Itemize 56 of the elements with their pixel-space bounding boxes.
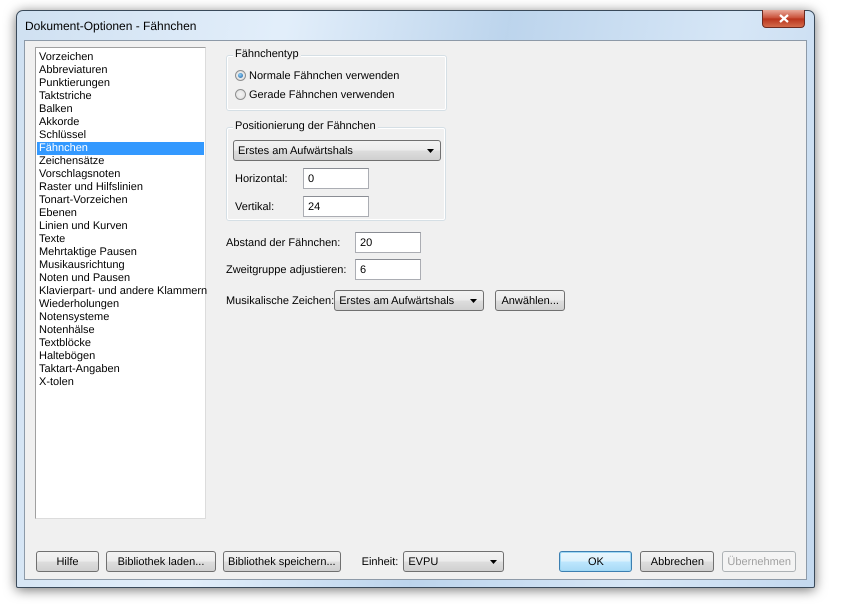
dropdown[interactable]: Erstes am Aufwärtshals — [334, 290, 484, 311]
category-item[interactable]: Haltebögen — [37, 350, 204, 363]
category-item[interactable]: Notensysteme — [37, 311, 204, 324]
category-item[interactable]: Textblöcke — [37, 337, 204, 350]
category-item[interactable]: Zeichensätze — [37, 155, 204, 168]
category-item[interactable]: Raster und Hilfslinien — [37, 181, 204, 194]
radio-label[interactable]: Gerade Fähnchen verwenden — [249, 88, 395, 100]
category-item[interactable]: Taktstriche — [37, 90, 204, 103]
category-item[interactable]: Balken — [37, 103, 204, 116]
dialog-button[interactable]: Hilfe — [36, 551, 99, 572]
input-field[interactable]: 24 — [303, 196, 369, 217]
dropdown[interactable]: EVPU — [403, 551, 504, 572]
group-title: Positionierung der Fähnchen — [233, 120, 378, 132]
dialog-button[interactable]: Abbrechen — [640, 551, 714, 572]
category-item[interactable]: Tonart-Vorzeichen — [37, 194, 204, 207]
category-item[interactable]: Vorschlagsnoten — [37, 168, 204, 181]
category-item[interactable]: Schlüssel — [37, 129, 204, 142]
radio-button[interactable] — [235, 89, 246, 100]
dialog-button[interactable]: Bibliothek speichern... — [223, 551, 341, 572]
category-item[interactable]: Klavierpart- und andere Klammern — [37, 285, 204, 298]
unit-label: Einheit: — [362, 556, 398, 568]
group-title: Fähnchentyp — [233, 48, 301, 60]
category-item[interactable]: Ebenen — [37, 207, 204, 220]
category-item[interactable]: Texte — [37, 233, 204, 246]
caret-icon — [470, 298, 478, 302]
category-item[interactable]: X-tolen — [37, 376, 204, 389]
radio-button[interactable] — [235, 70, 246, 81]
category-item[interactable]: Musikausrichtung — [37, 259, 204, 272]
dialog-button[interactable]: Bibliothek laden... — [106, 551, 216, 572]
category-item[interactable]: Notenhälse — [37, 324, 204, 337]
close-icon — [778, 14, 788, 23]
input-field[interactable]: 6 — [355, 259, 421, 280]
category-item[interactable]: Noten und Pausen — [37, 272, 204, 285]
field-label: Vertikal: — [235, 200, 276, 212]
category-item[interactable]: Abbreviaturen — [37, 64, 204, 77]
caret-icon — [490, 560, 498, 564]
category-item[interactable]: Punktierungen — [37, 77, 204, 90]
radio-label[interactable]: Normale Fähnchen verwenden — [249, 70, 400, 82]
field-label: Zweitgruppe adjustieren: — [226, 264, 348, 276]
category-item[interactable]: Akkorde — [37, 116, 204, 129]
select-button[interactable]: Anwählen... — [495, 290, 566, 311]
caret-icon — [427, 148, 434, 152]
dropdown[interactable]: Erstes am Aufwärtshals — [233, 140, 441, 161]
category-item[interactable]: Vorzeichen — [37, 51, 204, 64]
category-item[interactable]: Taktart-Angaben — [37, 363, 204, 376]
close-button[interactable] — [762, 10, 805, 28]
category-item[interactable]: Mehrtaktige Pausen — [37, 246, 204, 259]
field-label: Musikalische Zeichen: — [226, 294, 334, 306]
dialog-button[interactable]: OK — [559, 551, 632, 572]
field-label: Abstand der Fähnchen: — [226, 236, 342, 248]
category-item[interactable]: Linien und Kurven — [37, 220, 204, 233]
field-label: Horizontal: — [235, 172, 289, 184]
category-item[interactable]: Wiederholungen — [37, 298, 204, 311]
input-field[interactable]: 20 — [355, 232, 421, 253]
window-title: Dokument-Optionen - Fähnchen — [25, 18, 196, 32]
input-field[interactable]: 0 — [303, 168, 369, 189]
